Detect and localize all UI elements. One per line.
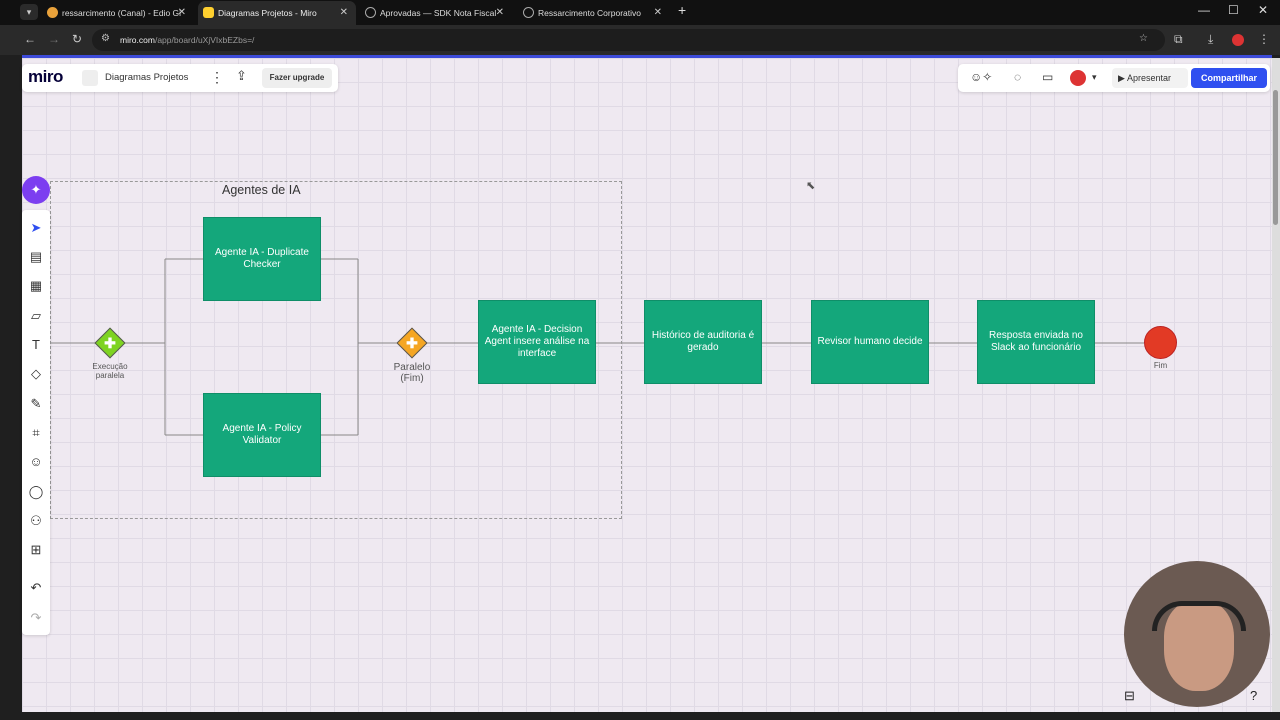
share-button[interactable]: Compartilhar — [1191, 68, 1267, 88]
redo-icon[interactable]: ↷ — [22, 610, 50, 626]
emoji-icon[interactable]: ☺ — [22, 454, 50, 469]
user-avatar[interactable] — [1070, 70, 1086, 86]
frame-tool-icon[interactable]: ⌗ — [22, 425, 50, 441]
sticky-note-icon[interactable]: ▱ — [22, 308, 50, 324]
task-human-reviewer[interactable]: Revisor humano decide — [811, 300, 929, 384]
miro-collab-bar: ☺✧ ◌ ▭ ▾ ▶ Apresentar Compartilhar — [958, 64, 1270, 92]
board-name[interactable]: Diagramas Projetos — [105, 72, 188, 83]
end-event-label: Fim — [1153, 361, 1168, 370]
comments-icon[interactable]: ◌ — [1014, 70, 1021, 84]
add-icon[interactable]: ⊞ — [22, 542, 50, 558]
upgrade-button[interactable]: Fazer upgrade — [262, 68, 332, 88]
ai-assistant-icon[interactable]: ✦ — [22, 176, 50, 204]
task-audit-history[interactable]: Histórico de auditoria é gerado — [644, 300, 762, 384]
screen: ▾ ressarcimento (Canal) - Edio Gi ✕ Diag… — [0, 0, 1280, 720]
left-toolbar — [22, 210, 50, 635]
help-icon[interactable]: ? — [1250, 688, 1257, 703]
end-event[interactable] — [1144, 326, 1177, 359]
text-tool-icon[interactable]: T — [22, 337, 50, 352]
plus-icon: ✚ — [406, 335, 418, 351]
plus-icon: ✚ — [104, 335, 116, 351]
board-thumbnail — [82, 70, 98, 86]
task-slack-response[interactable]: Resposta enviada no Slack ao funcionário — [977, 300, 1095, 384]
miro-board-header: miro Diagramas Projetos ⋮ ⇪ Fazer upgrad… — [22, 64, 338, 92]
mouse-cursor-icon: ⬉ — [806, 180, 816, 192]
webcam-overlay — [1124, 561, 1270, 707]
miro-logo[interactable]: miro — [28, 67, 63, 87]
gateway-end-label: Paralelo (Fim) — [393, 362, 431, 384]
pen-icon[interactable]: ✎ — [22, 396, 50, 412]
templates-icon[interactable]: ▤ — [22, 249, 50, 265]
reactions-icon[interactable]: ☺✧ — [970, 70, 992, 84]
present-button[interactable]: ▶ Apresentar — [1112, 68, 1188, 88]
frames-list-icon[interactable]: ⊟ — [1124, 688, 1135, 704]
apps-icon[interactable]: ⚇ — [22, 513, 50, 529]
task-decision-agent[interactable]: Agente IA - Decision Agent insere anális… — [478, 300, 596, 384]
comment-tool-icon[interactable]: ◯ — [22, 484, 50, 500]
task-policy-validator[interactable]: Agente IA - Policy Validator — [203, 393, 321, 477]
video-call-icon[interactable]: ▭ — [1042, 70, 1053, 84]
select-tool-icon[interactable]: ➤ — [22, 220, 50, 236]
shapes-icon[interactable]: ◇ — [22, 366, 50, 382]
task-duplicate-checker[interactable]: Agente IA - Duplicate Checker — [203, 217, 321, 301]
undo-icon[interactable]: ↶ — [22, 580, 50, 596]
export-icon[interactable]: ⇪ — [236, 68, 247, 84]
frame-title[interactable]: Agentes de IA — [222, 183, 301, 197]
gateway-start-label: Execução paralela — [92, 362, 128, 380]
board-menu-icon[interactable]: ⋮ — [210, 69, 224, 86]
headphones — [1152, 601, 1246, 631]
table-icon[interactable]: ▦ — [22, 278, 50, 294]
chevron-down-icon[interactable]: ▾ — [1092, 72, 1097, 83]
